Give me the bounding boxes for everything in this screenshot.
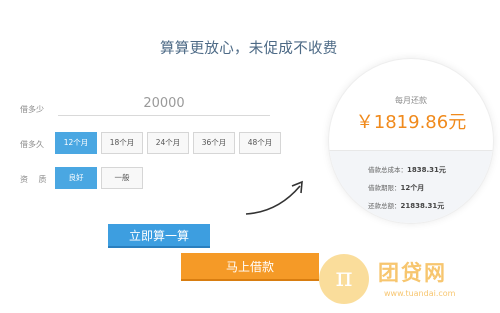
quality-option-normal[interactable]: 一般 <box>101 167 143 189</box>
amount-input[interactable] <box>58 92 270 116</box>
term-option-18[interactable]: 18个月 <box>101 132 143 154</box>
result-panel: 每月还款 ￥1819.86元 借款总成本：1838.31元 借款期限：12个月 … <box>328 58 494 224</box>
curved-arrow-icon <box>245 180 303 215</box>
detail-total-repayment: 还款总额：21838.31元 <box>368 202 445 210</box>
term-option-36[interactable]: 36个月 <box>193 132 235 154</box>
watermark-url: www.tuandai.com <box>384 289 456 298</box>
tuandai-logo-icon: π <box>319 254 369 304</box>
watermark-name: 团贷网 <box>378 261 447 285</box>
detail-total-cost: 借款总成本：1838.31元 <box>368 166 446 174</box>
monthly-payment-label: 每月还款 <box>395 96 427 105</box>
term-option-48[interactable]: 48个月 <box>239 132 281 154</box>
page-headline: 算算更放心，未促成不收费 <box>160 41 338 57</box>
term-label: 借多久 <box>20 140 44 149</box>
calculate-button[interactable]: 立即算一算 <box>108 224 210 248</box>
borrow-now-button[interactable]: 马上借款 <box>181 253 319 281</box>
term-option-12[interactable]: 12个月 <box>55 132 97 154</box>
quality-option-good[interactable]: 良好 <box>55 167 97 189</box>
term-option-24[interactable]: 24个月 <box>147 132 189 154</box>
quality-label: 资 质 <box>20 175 51 184</box>
detail-loan-term: 借款期限：12个月 <box>368 184 425 192</box>
result-details: 借款总成本：1838.31元 借款期限：12个月 还款总额：21838.31元 <box>329 150 493 223</box>
monthly-payment-value: ￥1819.86元 <box>355 112 467 133</box>
amount-label: 借多少 <box>20 105 44 114</box>
